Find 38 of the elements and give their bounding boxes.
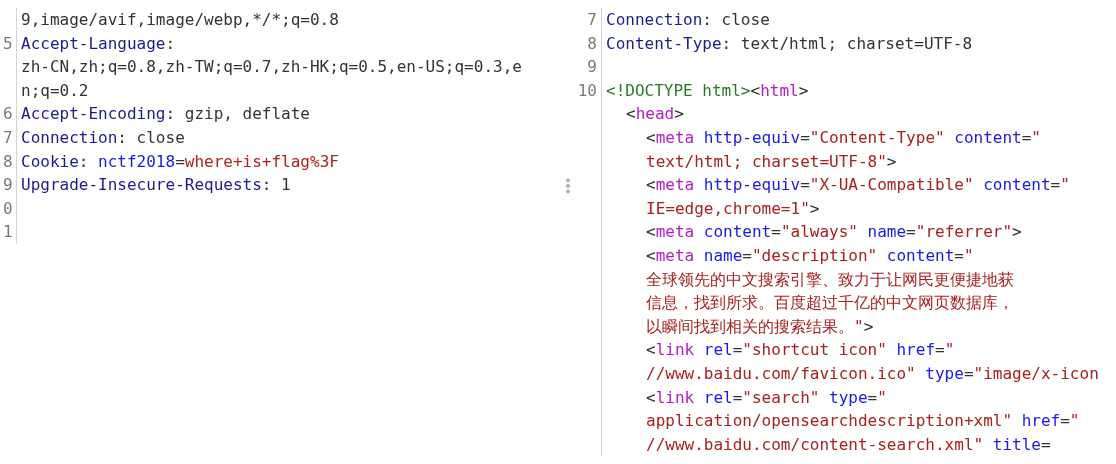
code-line: <!DOCTYPE html><html> — [606, 80, 809, 100]
line-number: 1 — [3, 222, 13, 242]
line-number: 7 — [3, 127, 13, 147]
code-line: <meta name="description" content=" — [646, 245, 974, 265]
code-line: //www.baidu.com/content-search.xml" title= — [646, 434, 1051, 454]
code-line: 信息，找到所求。百度超过千亿的中文网页数据库， — [646, 293, 1014, 313]
code-line: <head> — [626, 104, 684, 124]
code-line: //www.baidu.com/favicon.ico" type="image/x-icon — [646, 363, 1099, 383]
line-number: 8 — [3, 151, 13, 171]
code-line: <meta content="always" name="referrer"> — [646, 222, 1022, 242]
code-line: Accept-Language: — [21, 33, 176, 53]
code-line: <meta http-equiv="X-UA-Compatible" content=" — [646, 175, 1070, 195]
code-line: 9,image/avif,image/webp,*/*;q=0.8 — [21, 10, 339, 29]
code-line: 以瞬间找到相关的搜索结果。"> — [646, 316, 874, 336]
code-line: n;q=0.2 — [21, 80, 89, 100]
code-line: <link rel="shortcut icon" href=" — [646, 340, 955, 360]
line-number: 7 — [587, 10, 597, 29]
code-line: Upgrade-Insecure-Requests: 1 — [21, 175, 291, 195]
code-line: text/html; charset=UTF-8"> — [646, 151, 897, 171]
code-line: IE=edge,chrome=1"> — [646, 198, 820, 218]
drag-handle-icon[interactable] — [565, 178, 571, 194]
line-number: 5 — [3, 33, 13, 53]
line-number: 10 — [577, 80, 597, 100]
code-line: Connection: close — [606, 10, 770, 29]
code-line: Cookie: nctf2018=where+is+flag%3F — [21, 151, 339, 171]
line-number: 8 — [587, 33, 597, 53]
code-line: <meta http-equiv="Content-Type" content=" — [646, 127, 1041, 147]
line-number: 0 — [3, 198, 13, 218]
line-number: 9 — [587, 57, 597, 77]
code-line: 全球领先的中文搜索引擎、致力于让网民更便捷地获 — [646, 269, 1014, 289]
code-line: Accept-Encoding: gzip, deflate — [21, 104, 310, 124]
code-line: application/opensearchdescription+xml" href=" — [646, 411, 1080, 431]
code-line: Connection: close — [21, 127, 185, 147]
code-line: Content-Type: text/html; charset=UTF-8 — [606, 33, 973, 53]
line-number: 9 — [3, 175, 13, 195]
code-line: <link rel="search" type=" — [646, 387, 887, 407]
code-line: zh-CN,zh;q=0.8,zh-TW;q=0.7,zh-HK;q=0.5,en-US;q=0.3,e — [21, 57, 522, 77]
line-number: 6 — [3, 104, 13, 124]
